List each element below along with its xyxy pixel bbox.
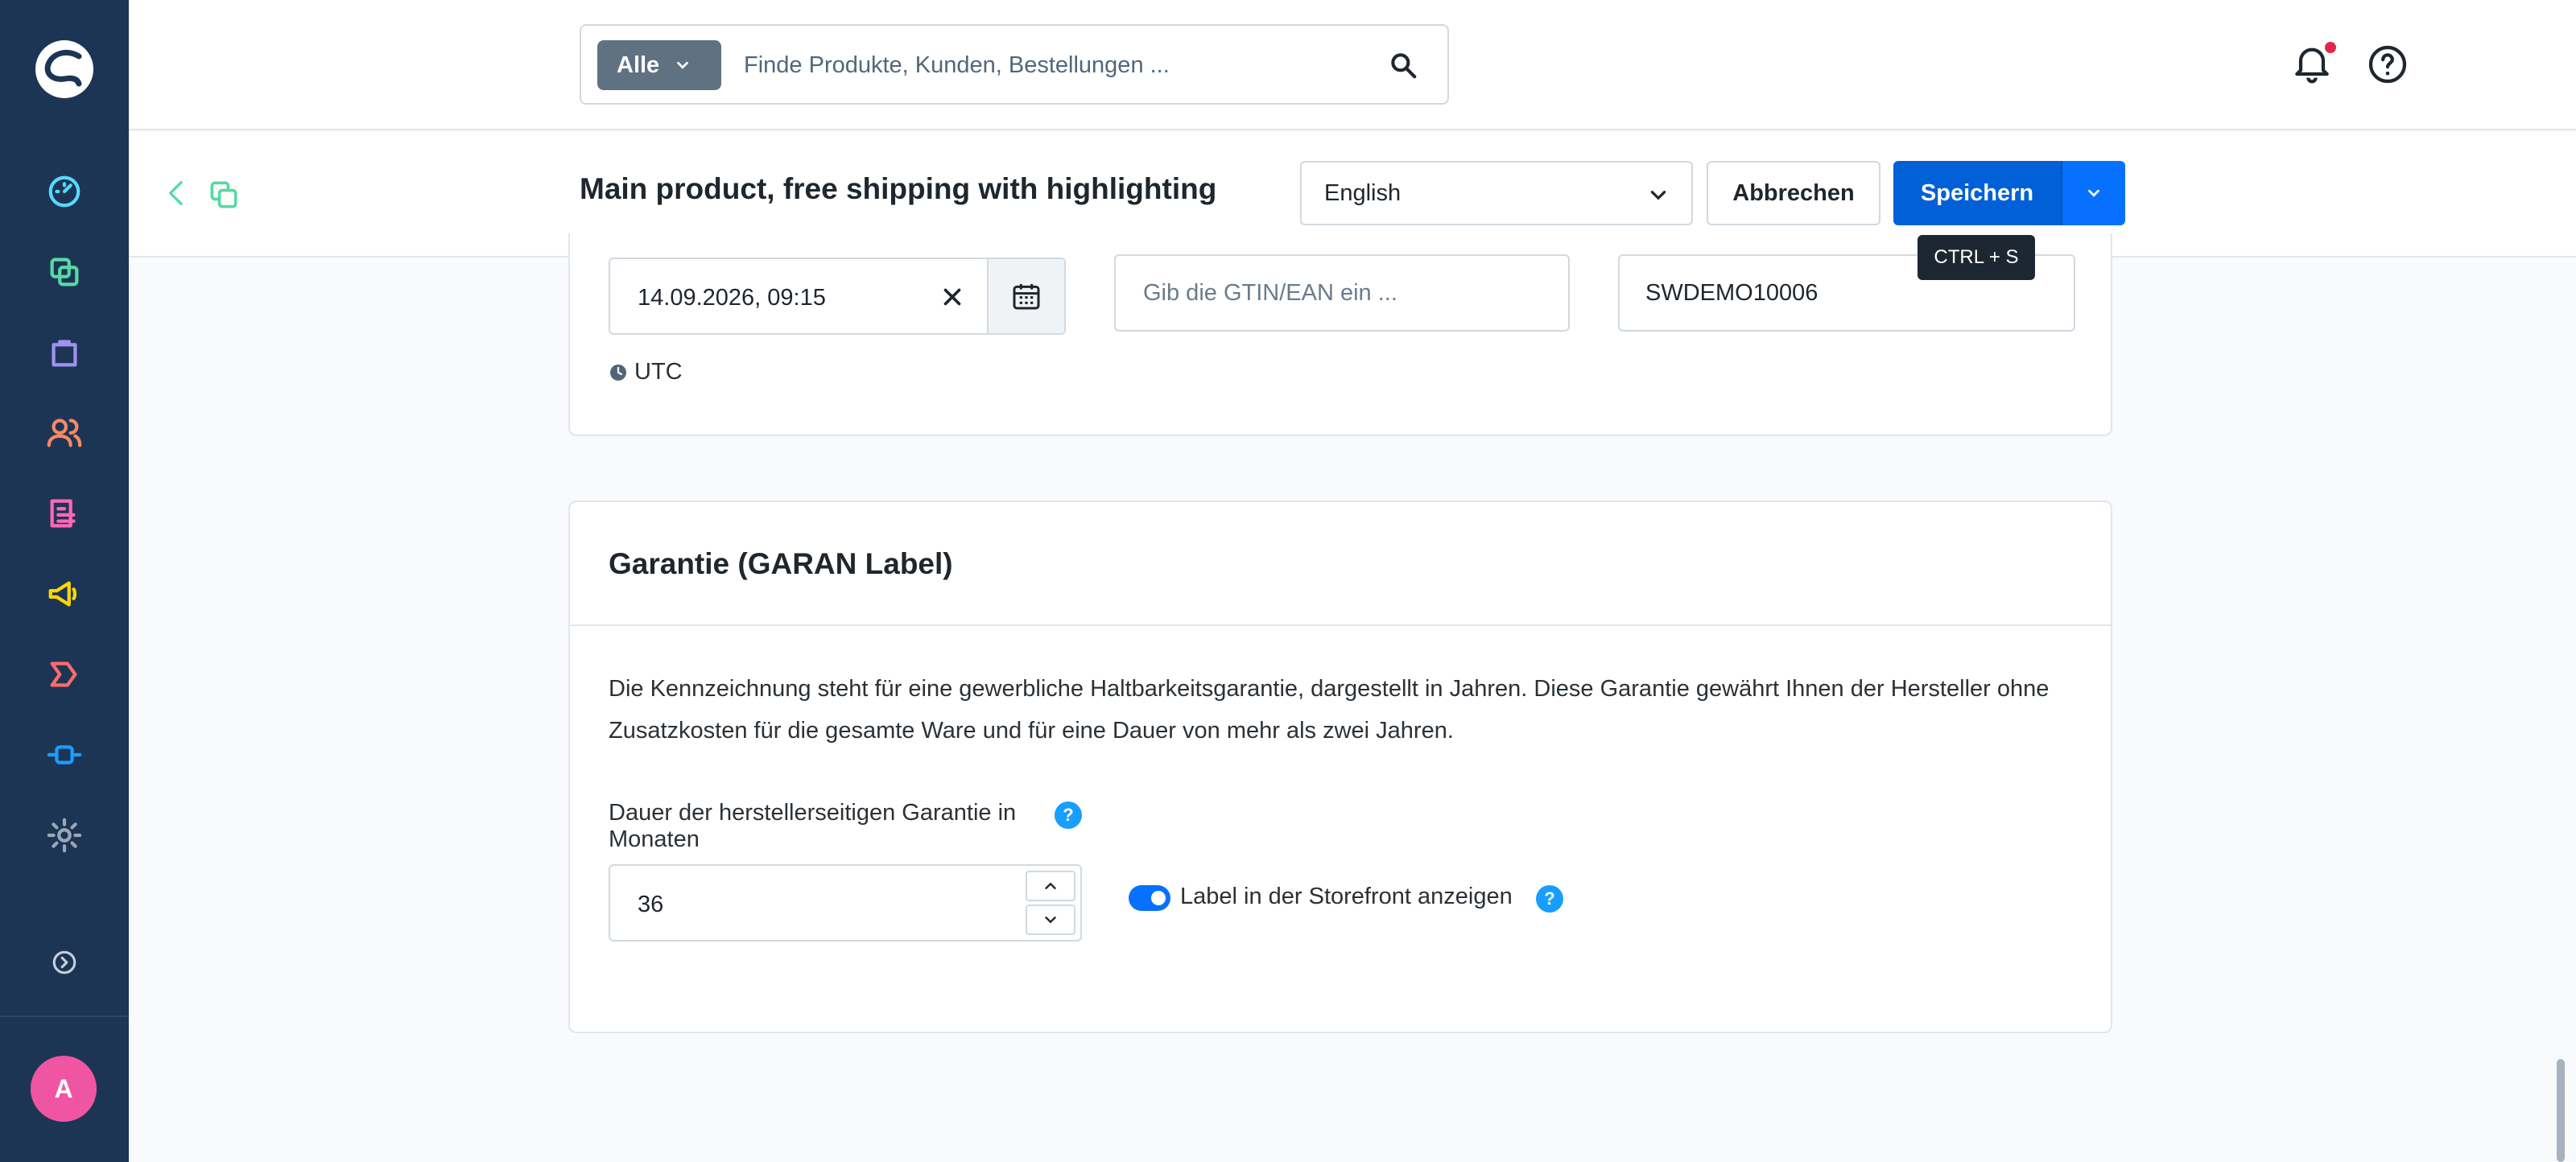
garantie-description: Die Kennzeichnung steht für eine gewerbl…	[609, 676, 2050, 744]
global-search: Alle	[580, 24, 1449, 105]
save-options-button[interactable]	[2061, 161, 2125, 225]
sidebar-footer: A	[0, 1016, 129, 1162]
warranty-duration-value: 36	[638, 892, 664, 917]
nav-flow-icon[interactable]	[40, 650, 89, 698]
shopware-logo-icon[interactable]	[34, 39, 95, 100]
page-scrollbar[interactable]	[2557, 1059, 2565, 1162]
page-title: Main product, free shipping with highlig…	[580, 172, 1217, 205]
help-icon[interactable]: ?	[1055, 801, 1082, 829]
nav-orders-shopping-bag-icon[interactable]	[40, 328, 89, 377]
chevron-down-icon	[1650, 191, 1666, 200]
search-input[interactable]	[744, 40, 1372, 90]
show-label-toggle-label: Label in der Storefront anzeigen	[1180, 884, 1513, 909]
timezone-label: UTC	[634, 359, 683, 385]
timezone-hint: UTC	[609, 359, 683, 385]
search-icon[interactable]	[1388, 50, 1418, 80]
calendar-icon	[1013, 284, 1040, 310]
release-date-field[interactable]: 14.09.2026, 09:15	[609, 258, 1066, 335]
chevron-down-icon	[2088, 189, 2099, 197]
nav-catalogue-icon[interactable]	[40, 248, 89, 296]
product-basic-info-card: 14.09.2026, 09:15 Gib die GTIN/EAN ein .…	[568, 233, 2112, 436]
chevron-up-icon	[1045, 882, 1056, 889]
warranty-duration-label: Dauer der herstellerseitigen Garantie in…	[609, 800, 1017, 852]
clock-icon	[610, 364, 626, 381]
expand-sidebar-icon[interactable]	[40, 938, 89, 987]
release-date-value: 14.09.2026, 09:15	[638, 285, 826, 311]
sidebar: A	[0, 0, 129, 1162]
top-header: Alle	[129, 0, 2576, 130]
quantity-stepper	[1026, 871, 1075, 935]
save-shortcut-tooltip: CTRL + S	[1918, 235, 2035, 280]
increment-button[interactable]	[1026, 871, 1075, 901]
cancel-button[interactable]: Abbrechen	[1707, 161, 1880, 225]
help-icon[interactable]: ?	[1536, 885, 1563, 913]
show-label-toggle[interactable]	[1129, 885, 1170, 911]
nav-marketing-megaphone-icon[interactable]	[40, 570, 89, 618]
garantie-card: Garantie (GARAN Label) Die Kennzeichnung…	[568, 501, 2112, 1033]
notification-indicator	[2325, 42, 2336, 53]
language-select[interactable]: English	[1300, 161, 1693, 225]
nav-customers-users-icon[interactable]	[40, 409, 89, 457]
nav-content-icon[interactable]	[40, 489, 89, 538]
nav-extensions-plug-icon[interactable]	[40, 731, 89, 779]
chevron-down-icon	[1045, 917, 1056, 924]
chevron-down-icon	[677, 61, 689, 69]
clear-icon[interactable]	[939, 283, 966, 311]
nav-dashboard-icon[interactable]	[40, 167, 89, 216]
search-type-dropdown[interactable]: Alle	[597, 40, 721, 90]
card-title: Garantie (GARAN Label)	[609, 547, 953, 580]
card-header: Garantie (GARAN Label)	[570, 502, 2111, 626]
calendar-button[interactable]	[987, 259, 1064, 333]
user-avatar[interactable]: A	[31, 1056, 97, 1122]
help-icon[interactable]	[2365, 42, 2410, 87]
warranty-duration-input[interactable]: 36	[609, 864, 1082, 942]
decrement-button[interactable]	[1026, 904, 1075, 935]
save-button[interactable]: Speichern	[1893, 161, 2061, 225]
gtin-ean-field[interactable]: Gib die GTIN/EAN ein ...	[1114, 254, 1570, 332]
nav-settings-gear-icon[interactable]	[40, 811, 89, 859]
search-type-label: Alle	[617, 52, 660, 78]
back-arrow-icon[interactable]	[161, 177, 193, 209]
duplicate-icon[interactable]	[206, 177, 242, 212]
language-select-value: English	[1324, 179, 1402, 206]
